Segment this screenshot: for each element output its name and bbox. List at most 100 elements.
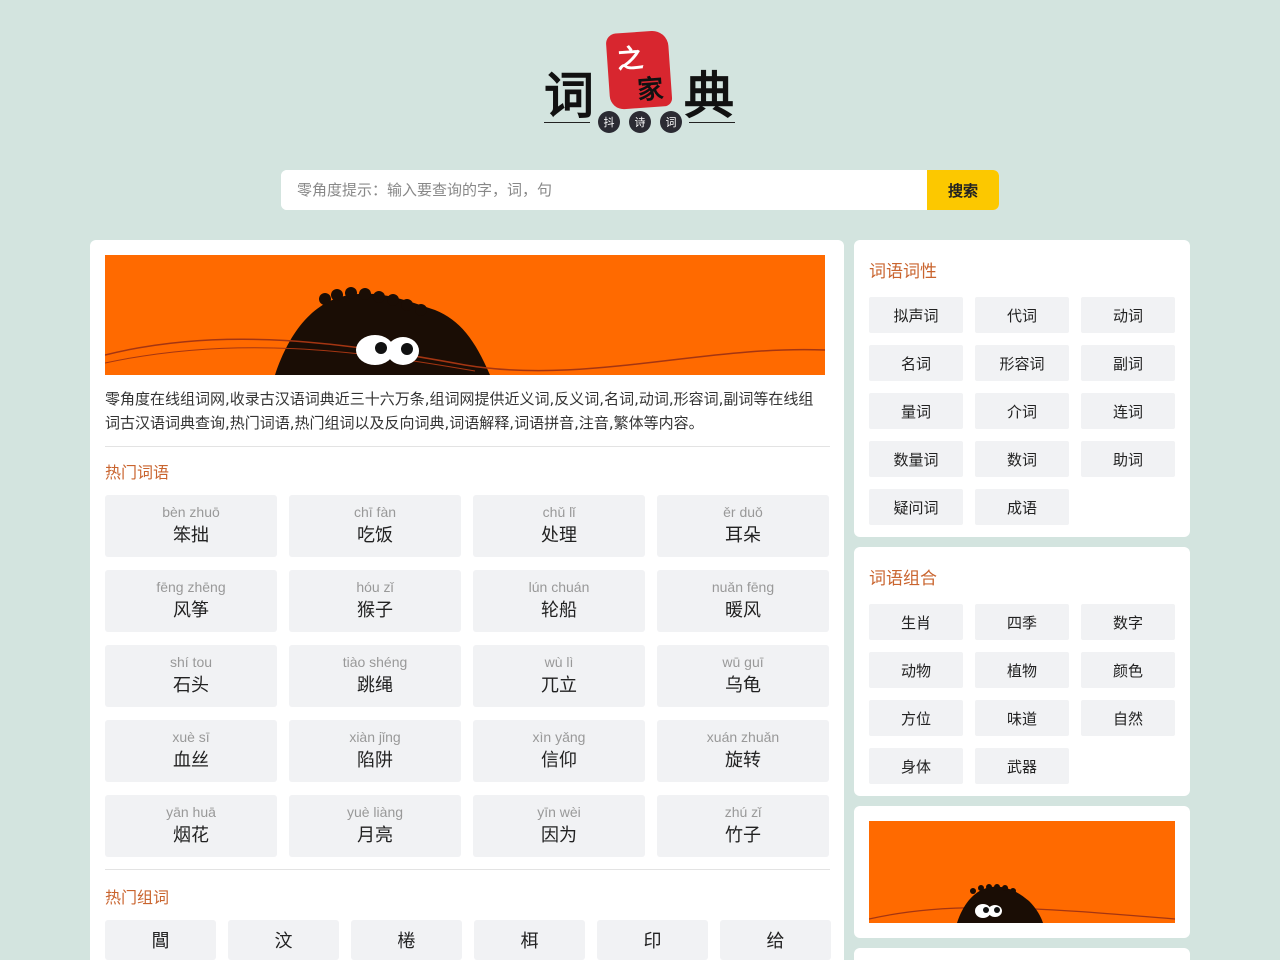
hot-char-item[interactable]: 栮	[474, 920, 585, 960]
hot-word-item[interactable]: wū guī 乌龟	[657, 645, 829, 707]
pos-tag[interactable]: 代词	[975, 297, 1069, 333]
pos-tag[interactable]: 介词	[975, 393, 1069, 429]
hot-word-item[interactable]: shí tou 石头	[105, 645, 277, 707]
site-intro: 零角度在线组词网,收录古汉语词典近三十六万条,组词网提供近义词,反义词,名词,动…	[105, 390, 814, 432]
pos-tag[interactable]: 量词	[869, 393, 963, 429]
side-card-next	[854, 948, 1190, 960]
pos-tag[interactable]: 副词	[1081, 345, 1175, 381]
combo-tag[interactable]: 身体	[869, 748, 963, 784]
hot-word-text: 吃饭	[357, 525, 393, 546]
logo-badge: 词	[660, 111, 682, 133]
search-button[interactable]: 搜索	[927, 170, 999, 210]
combo-tag[interactable]: 方位	[869, 700, 963, 736]
combo-tag[interactable]: 颜色	[1081, 652, 1175, 688]
hot-word-item[interactable]: yuè liàng 月亮	[289, 795, 461, 857]
site-logo[interactable]: 词 之 家 典 抖 诗 词	[540, 29, 740, 140]
hot-word-text: 处理	[541, 525, 577, 546]
pos-tag[interactable]: 连词	[1081, 393, 1175, 429]
hot-word-text: 乌龟	[725, 675, 761, 696]
pos-tag[interactable]: 名词	[869, 345, 963, 381]
hot-word-pinyin: xiàn jǐng	[349, 729, 401, 745]
pos-tag[interactable]: 数量词	[869, 441, 963, 477]
side-banner-ad[interactable]	[869, 821, 1175, 923]
hot-char-item[interactable]: 汶	[228, 920, 339, 960]
hot-word-item[interactable]: lún chuán 轮船	[473, 570, 645, 632]
hot-word-text: 烟花	[173, 825, 209, 846]
hot-word-text: 风筝	[173, 600, 209, 621]
hot-word-text: 信仰	[541, 750, 577, 771]
logo-badges: 抖 诗 词	[598, 111, 682, 133]
hot-word-text: 猴子	[357, 600, 393, 621]
hot-word-item[interactable]: ěr duǒ 耳朵	[657, 495, 829, 557]
hot-word-item[interactable]: xiàn jǐng 陷阱	[289, 720, 461, 782]
pos-tag[interactable]: 疑问词	[869, 489, 963, 525]
hot-word-item[interactable]: yān huā 烟花	[105, 795, 277, 857]
combo-tag[interactable]: 四季	[975, 604, 1069, 640]
hot-word-item[interactable]: xuè sī 血丝	[105, 720, 277, 782]
hot-word-text: 耳朵	[725, 525, 761, 546]
pos-card: 词语词性 拟声词 代词 动词名词 形容词 副词量词 介词 连词数量词 数词 助词疑问词 成语	[854, 240, 1190, 537]
hot-char-item[interactable]: 棬	[351, 920, 462, 960]
banner-illustration	[105, 255, 825, 375]
hot-word-pinyin: shí tou	[169, 654, 213, 670]
hot-chars-grid: 閶汶棬栮印给	[105, 920, 831, 960]
hot-word-item[interactable]: bèn zhuō 笨拙	[105, 495, 277, 557]
hot-word-item[interactable]: yīn wèi 因为	[473, 795, 645, 857]
hot-char-item[interactable]: 给	[720, 920, 831, 960]
hot-word-item[interactable]: zhú zǐ 竹子	[657, 795, 829, 857]
combo-tag[interactable]: 动物	[869, 652, 963, 688]
hot-word-pinyin: hóu zǐ	[356, 579, 394, 595]
pos-tag[interactable]: 数词	[975, 441, 1069, 477]
hot-word-pinyin: lún chuán	[528, 579, 590, 595]
hot-word-item[interactable]: wù lì 兀立	[473, 645, 645, 707]
hot-word-item[interactable]: xuán zhuǎn 旋转	[657, 720, 829, 782]
hot-word-text: 石头	[173, 675, 209, 696]
hot-word-text: 血丝	[173, 750, 209, 771]
logo-char-left: 词	[544, 66, 594, 125]
hot-word-pinyin: zhú zǐ	[724, 804, 762, 820]
pos-tag[interactable]: 形容词	[975, 345, 1069, 381]
hot-word-item[interactable]: nuǎn fēng 暖风	[657, 570, 829, 632]
hot-word-item[interactable]: fēng zhēng 风筝	[105, 570, 277, 632]
banner-ad[interactable]	[105, 255, 825, 375]
side-banner-card	[854, 806, 1190, 938]
hot-chars-title: 热门组词	[105, 888, 170, 907]
combo-tag[interactable]: 武器	[975, 748, 1069, 784]
combo-tag[interactable]: 自然	[1081, 700, 1175, 736]
combos-grid: 生肖 四季 数字动物 植物 颜色方位 味道 自然身体 武器	[869, 604, 1175, 784]
logo-line-right	[689, 122, 735, 123]
pos-title: 词语词性	[869, 262, 937, 282]
pos-tag[interactable]: 动词	[1081, 297, 1175, 333]
hot-word-pinyin: yīn wèi	[537, 804, 581, 820]
hot-word-pinyin: wù lì	[544, 654, 574, 670]
pos-tag[interactable]: 成语	[975, 489, 1069, 525]
hot-words-title: 热门词语	[105, 463, 170, 482]
combo-tag[interactable]: 数字	[1081, 604, 1175, 640]
combos-card: 词语组合 生肖 四季 数字 动物 植物 颜色 方位 味道 自然 身体 武器	[854, 547, 1190, 796]
hot-word-pinyin: fēng zhēng	[156, 579, 226, 595]
pos-tag[interactable]: 助词	[1081, 441, 1175, 477]
search-bar: 搜索	[281, 170, 999, 210]
hot-words-grid: bèn zhuō 笨拙 chī fàn 吃饭 chǔ lǐ 处理 ěr duǒ 耳朵 fēng …	[105, 495, 830, 857]
hot-word-item[interactable]: hóu zǐ 猴子	[289, 570, 461, 632]
hot-word-pinyin: xuán zhuǎn	[706, 729, 780, 745]
hot-word-item[interactable]: chǔ lǐ 处理	[473, 495, 645, 557]
logo-badge: 诗	[629, 111, 651, 133]
logo-stamp: 之 家	[605, 29, 673, 111]
main-content: 零角度在线组词网,收录古汉语词典近三十六万条,组词网提供近义词,反义词,名词,动…	[90, 240, 844, 960]
hot-word-pinyin: tiào shéng	[342, 654, 408, 670]
hot-word-item[interactable]: xìn yǎng 信仰	[473, 720, 645, 782]
hot-char-item[interactable]: 印	[597, 920, 708, 960]
hot-word-item[interactable]: tiào shéng 跳绳	[289, 645, 461, 707]
pos-tag[interactable]: 拟声词	[869, 297, 963, 333]
combo-tag[interactable]: 植物	[975, 652, 1069, 688]
hot-char-item[interactable]: 閶	[105, 920, 216, 960]
hot-word-text: 兀立	[541, 675, 577, 696]
combo-tag[interactable]: 生肖	[869, 604, 963, 640]
side-banner-illustration	[869, 821, 1175, 923]
pos-grid: 拟声词 代词 动词名词 形容词 副词量词 介词 连词数量词 数词 助词疑问词 成语	[869, 297, 1175, 525]
search-input[interactable]	[281, 170, 927, 210]
hot-word-pinyin: chī fàn	[353, 504, 397, 520]
combo-tag[interactable]: 味道	[975, 700, 1069, 736]
hot-word-item[interactable]: chī fàn 吃饭	[289, 495, 461, 557]
